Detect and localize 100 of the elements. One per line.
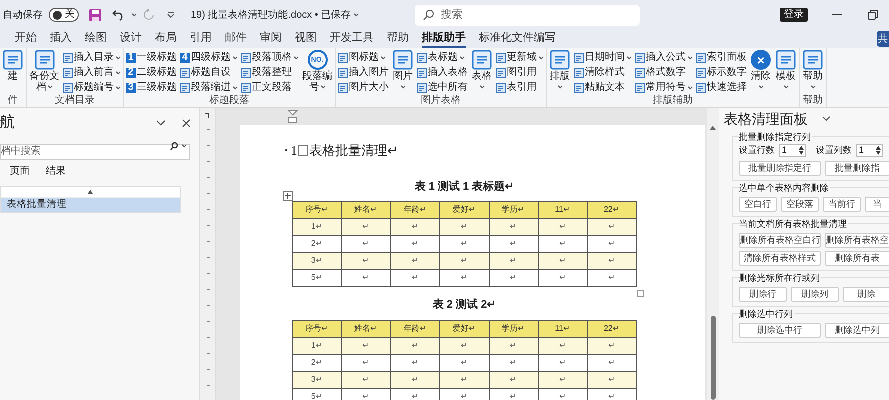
ribbon-button[interactable]: 索引面板 (696, 50, 747, 65)
panel-button[interactable]: 删除选中列 (825, 322, 889, 338)
ribbon-button[interactable]: 表格 (471, 50, 493, 95)
ribbon-button[interactable]: 日期时间 (574, 50, 632, 65)
move-handle-icon[interactable] (283, 191, 293, 201)
ribbon-button[interactable]: 图片 (392, 50, 414, 95)
ribbon-button[interactable]: 粘贴文本 (574, 80, 632, 95)
ribbon-button[interactable]: 4 四级标题 (180, 50, 238, 65)
save-icon[interactable] (89, 8, 102, 22)
customize-icon[interactable] (167, 12, 175, 18)
document-title[interactable]: 19) 批量表格清理功能.docx • 已保存 (191, 8, 360, 22)
ribbon-button[interactable]: 清除样式 (574, 65, 632, 80)
panel-button[interactable]: 批量删除指 (825, 160, 889, 176)
menu-tab[interactable]: 邮件 (225, 30, 247, 48)
caret-icon[interactable] (182, 144, 187, 148)
menu-tab[interactable]: 开发工具 (330, 30, 374, 48)
share-button[interactable]: 共 (877, 31, 889, 47)
menu-tab[interactable]: 布局 (155, 30, 177, 48)
ribbon-button[interactable]: × 清除 (750, 50, 772, 95)
pane-tab[interactable]: 页面 (10, 164, 30, 183)
ribbon-button[interactable]: 图标题 (338, 50, 389, 65)
ribbon-button[interactable]: 建 (2, 50, 24, 95)
ribbon-button[interactable]: 插入目录 (63, 50, 121, 65)
ribbon-button[interactable]: 标题自设 (180, 65, 238, 80)
panel-button[interactable]: 删除行 (739, 286, 787, 302)
panel-button[interactable]: 删除所有表格空 (825, 232, 889, 248)
indent-marker-icon[interactable] (288, 110, 298, 124)
ribbon-button[interactable]: 标题编号 (63, 80, 121, 95)
close-icon[interactable] (182, 118, 191, 128)
sign-in-button[interactable]: 登录 (780, 8, 808, 22)
panel-button[interactable]: 删除所有表 (825, 250, 889, 266)
collapse-icon[interactable] (88, 190, 93, 194)
ribbon-button[interactable]: 表引用 (496, 80, 544, 95)
menu-tab[interactable]: 插入 (50, 30, 72, 48)
ribbon-button[interactable]: 1 一级标题 (126, 50, 177, 65)
chevron-down-icon[interactable] (156, 120, 166, 126)
restore-icon[interactable] (868, 10, 878, 20)
ribbon-button[interactable]: 快速选择 (696, 80, 747, 95)
menu-tab[interactable]: 标准化文件编写 (479, 30, 556, 48)
ribbon-button[interactable]: 帮助 (802, 50, 824, 95)
search-field[interactable]: 档中搜索 (0, 144, 190, 160)
panel-button[interactable]: 删除所有表格空白行 (739, 232, 821, 248)
ribbon-button[interactable]: 正文段落 (241, 80, 299, 95)
ribbon-button[interactable]: 备份文档 (29, 50, 60, 95)
panel-button[interactable]: 空段落 (781, 196, 819, 212)
panel-button[interactable]: 当 (865, 196, 889, 212)
menu-tab[interactable]: 帮助 (387, 30, 409, 48)
number-field[interactable]: 1 (779, 144, 806, 158)
ribbon-button[interactable]: 选中所有 (417, 80, 468, 95)
caret-icon[interactable] (132, 13, 137, 17)
ribbon-button[interactable]: 排版 (549, 50, 571, 95)
panel-button[interactable]: 当前行 (823, 196, 861, 212)
autosave-toggle[interactable]: 关 (49, 8, 79, 22)
table-cell: ↵ (440, 354, 490, 371)
spinner-icon[interactable] (876, 146, 881, 156)
search-icon[interactable] (170, 142, 180, 151)
ribbon-button[interactable]: 表标题 (417, 50, 468, 65)
search-field[interactable]: 搜索 (415, 4, 640, 26)
ribbon-button[interactable]: 常用符号 (635, 80, 693, 95)
ribbon-button[interactable]: 标示数字 (696, 65, 747, 80)
ribbon-button[interactable]: 更新域 (496, 50, 544, 65)
scrollbar[interactable] (707, 108, 719, 400)
ribbon-button[interactable]: 插入图片 (338, 65, 389, 80)
ribbon-button[interactable]: 模板 (775, 50, 797, 95)
tree-item[interactable]: 表格批量清理 (1, 198, 180, 212)
menu-tab[interactable]: 设计 (120, 30, 142, 48)
menu-tab[interactable]: 绘图 (85, 30, 107, 48)
panel-button[interactable]: 清除所有表格样式 (739, 250, 821, 266)
ribbon-button[interactable]: 图引用 (496, 65, 544, 80)
minimize-icon[interactable] (832, 14, 842, 16)
document-icon (496, 82, 506, 92)
panel-button[interactable]: 删除列 (791, 286, 839, 302)
panel-button[interactable]: 删除 (843, 286, 889, 302)
menu-tab[interactable]: 引用 (190, 30, 212, 48)
ribbon-button[interactable]: 2 二级标题 (126, 65, 177, 80)
ribbon-button[interactable]: 插入前言 (63, 65, 121, 80)
pane-tab[interactable]: 结果 (46, 164, 66, 183)
resize-handle-icon[interactable] (637, 290, 644, 297)
panel-button[interactable]: 批量删除指定行 (739, 160, 821, 176)
spinner-icon[interactable] (799, 146, 804, 156)
document-icon (34, 50, 54, 70)
ribbon-button[interactable]: 插入公式 (635, 50, 693, 65)
ribbon-button[interactable]: 图片大小 (338, 80, 389, 95)
table-caption: 表 1 测试 1 表标题↵ (414, 180, 516, 194)
menu-tab[interactable]: 视图 (295, 30, 317, 48)
ribbon-button[interactable]: 段落顶格 (241, 50, 299, 65)
chevron-down-icon[interactable] (822, 116, 831, 122)
ribbon-button[interactable]: 格式数字 (635, 65, 693, 80)
ribbon-button[interactable]: 3 三级标题 (126, 80, 177, 95)
document-icon (63, 52, 73, 62)
menu-tab[interactable]: 审阅 (260, 30, 282, 48)
number-field[interactable]: 1 (856, 144, 883, 158)
menu-tab[interactable]: 开始 (15, 30, 37, 48)
panel-button[interactable]: 删除选中行 (739, 322, 821, 338)
caret-icon (354, 13, 360, 17)
panel-button[interactable]: 空白行 (739, 196, 777, 212)
ribbon-button[interactable]: 段落整理 (241, 65, 299, 80)
ribbon-button[interactable]: 插入表格 (417, 65, 468, 80)
ribbon-button[interactable]: 段落缩进 (180, 80, 238, 95)
heading: • 1 表格批量清理↵ (285, 142, 400, 160)
